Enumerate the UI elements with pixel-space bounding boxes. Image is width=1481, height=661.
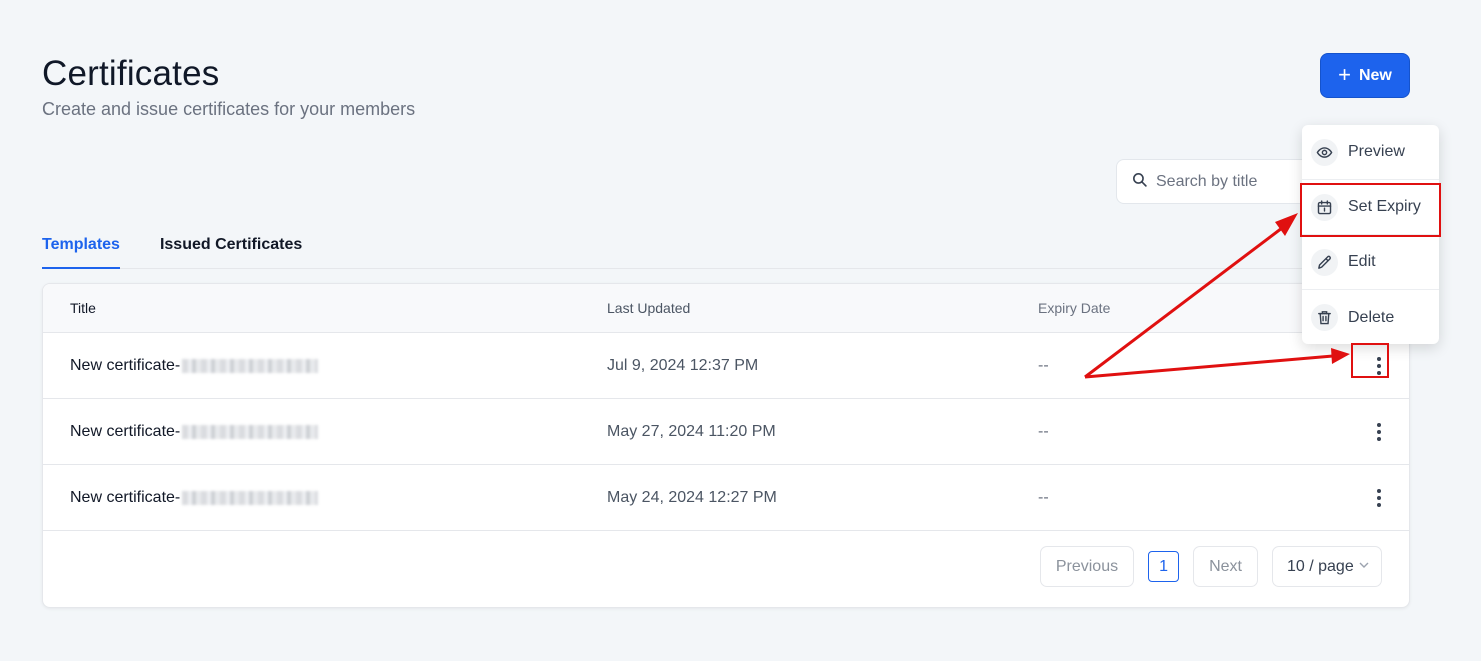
table-row[interactable]: New certificate- May 27, 2024 11:20 PM -… xyxy=(43,399,1409,465)
menu-item-delete[interactable]: Delete xyxy=(1302,290,1439,345)
menu-item-edit[interactable]: Edit xyxy=(1302,235,1439,290)
new-button[interactable]: + New xyxy=(1320,53,1410,98)
redacted-text xyxy=(182,358,319,373)
trash-icon xyxy=(1311,304,1338,331)
redacted-text xyxy=(182,490,319,505)
calendar-icon xyxy=(1311,193,1338,221)
row-actions-cell xyxy=(1338,354,1409,378)
menu-item-label: Set Expiry xyxy=(1348,198,1421,215)
row-last-updated: May 27, 2024 11:20 PM xyxy=(607,422,776,440)
plus-icon: + xyxy=(1338,61,1351,87)
row-title-cell: New certificate- xyxy=(43,357,607,375)
row-expiry-date: -- xyxy=(1038,488,1049,506)
row-last-updated: Jul 9, 2024 12:37 PM xyxy=(607,356,759,374)
page-title: Certificates xyxy=(42,54,220,93)
pagination: Previous 1 Next 10 / page xyxy=(1039,546,1382,587)
menu-item-preview[interactable]: Preview xyxy=(1302,125,1439,180)
menu-item-label: Delete xyxy=(1348,308,1395,326)
row-expiry-date: -- xyxy=(1038,356,1049,374)
next-page-button[interactable]: Next xyxy=(1193,546,1258,587)
row-expiry-date: -- xyxy=(1038,422,1049,440)
previous-page-button[interactable]: Previous xyxy=(1039,546,1135,587)
eye-icon xyxy=(1311,138,1338,166)
table-row[interactable]: New certificate- Jul 9, 2024 12:37 PM -- xyxy=(43,333,1409,399)
more-options-icon[interactable] xyxy=(1369,354,1389,378)
tab-issued-certificates[interactable]: Issued Certificates xyxy=(160,230,302,269)
new-button-label: New xyxy=(1358,66,1392,84)
row-last-updated: May 24, 2024 12:27 PM xyxy=(607,488,777,506)
row-actions-cell xyxy=(1338,420,1409,444)
chevron-down-icon xyxy=(1358,558,1370,576)
menu-item-set-expiry[interactable]: Set Expiry xyxy=(1302,180,1439,235)
search-input[interactable] xyxy=(1156,172,1296,191)
table-row[interactable]: New certificate- May 24, 2024 12:27 PM -… xyxy=(43,465,1409,531)
page-size-value: 10 / page xyxy=(1287,557,1354,575)
menu-item-label: Edit xyxy=(1348,253,1376,270)
certificates-table: Title Last Updated Expiry Date New certi… xyxy=(42,283,1410,608)
pencil-icon xyxy=(1311,248,1338,276)
column-header-expiry-date[interactable]: Expiry Date xyxy=(1038,300,1338,316)
column-header-title[interactable]: Title xyxy=(43,300,607,316)
row-title: New certificate- xyxy=(70,422,181,440)
page-subtitle: Create and issue certificates for your m… xyxy=(42,99,416,119)
page-number-button[interactable]: 1 xyxy=(1148,551,1180,582)
more-options-icon[interactable] xyxy=(1369,486,1389,510)
row-title-cell: New certificate- xyxy=(43,423,607,441)
row-title: New certificate- xyxy=(70,356,181,374)
tab-templates[interactable]: Templates xyxy=(42,230,120,269)
row-actions-cell xyxy=(1338,486,1409,510)
page-size-select[interactable]: 10 / page xyxy=(1272,546,1382,587)
search-box[interactable] xyxy=(1116,159,1316,204)
search-icon xyxy=(1131,171,1148,193)
table-header: Title Last Updated Expiry Date xyxy=(43,284,1409,333)
more-options-icon[interactable] xyxy=(1369,420,1389,444)
row-title-cell: New certificate- xyxy=(43,489,607,507)
column-header-last-updated[interactable]: Last Updated xyxy=(607,300,1038,316)
row-title: New certificate- xyxy=(70,488,181,506)
row-actions-menu: Preview Set Expiry Edit Delete xyxy=(1302,125,1439,344)
redacted-text xyxy=(182,424,319,439)
tab-bar: Templates Issued Certificates xyxy=(42,230,1410,269)
menu-item-label: Preview xyxy=(1348,143,1405,160)
